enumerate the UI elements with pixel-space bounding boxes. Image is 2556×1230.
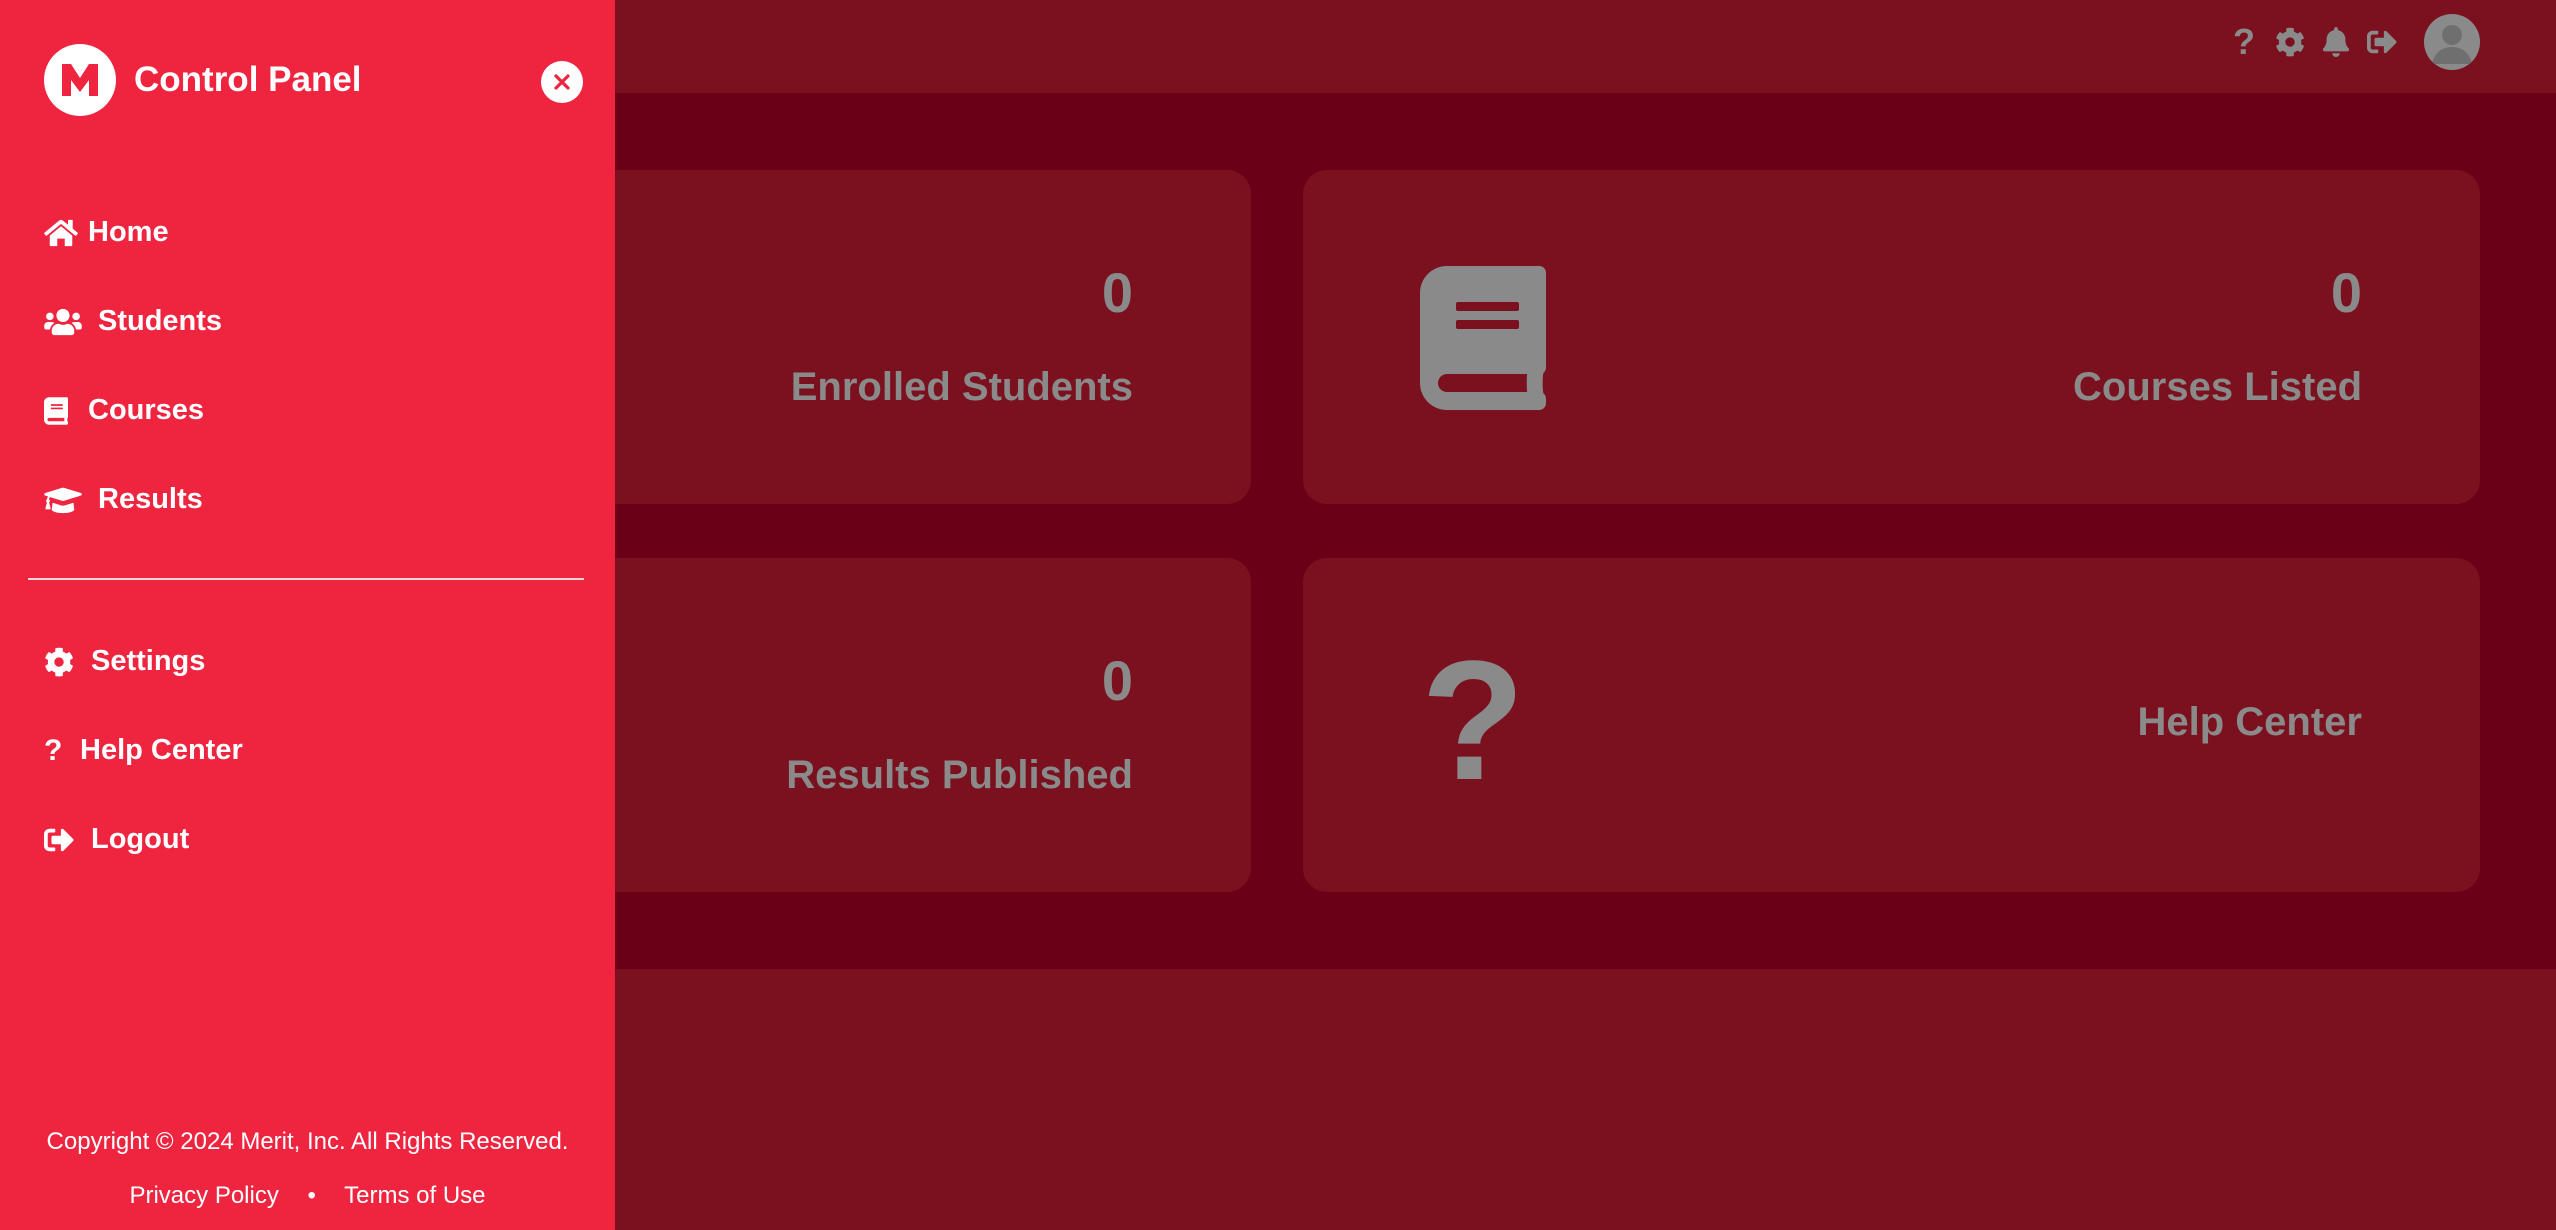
sidebar-item-label: Settings — [91, 645, 206, 677]
close-icon — [554, 74, 570, 90]
close-sidebar-button[interactable] — [541, 61, 583, 103]
question-icon: ? — [1421, 626, 1525, 816]
merit-logo-icon — [44, 44, 116, 116]
stat-card-courses-listed[interactable]: 0 Courses Listed — [1303, 170, 2480, 504]
copyright-text: Copyright © 2024 Merit, Inc. All Rights … — [46, 1128, 569, 1155]
sidebar-item-logout[interactable]: Logout — [44, 795, 584, 884]
stat-value: 0 — [1101, 261, 1133, 324]
sidebar-item-students[interactable]: Students — [44, 277, 584, 366]
brand[interactable]: Control Panel — [44, 44, 362, 116]
gear-icon — [44, 647, 91, 677]
stat-value: 0 — [1101, 649, 1133, 712]
sidebar-nav-primary: Home Students Courses Results — [44, 188, 584, 544]
privacy-policy-link[interactable]: Privacy Policy — [129, 1182, 278, 1209]
footer-links: Privacy Policy • Terms of Use — [0, 1182, 615, 1210]
sidebar-item-settings[interactable]: Settings — [44, 617, 584, 706]
sidebar-item-label: Courses — [88, 394, 205, 426]
sidebar-item-home[interactable]: Home — [44, 188, 584, 277]
sidebar-item-help-center[interactable]: ? Help Center — [44, 706, 584, 795]
sidebar-item-results[interactable]: Results — [44, 455, 584, 544]
sidebar-item-label: Logout — [91, 823, 190, 855]
question-icon: ? — [44, 733, 63, 767]
graduation-cap-icon — [44, 485, 98, 515]
sidebar-item-label: Help Center — [80, 734, 243, 766]
sidebar: Control Panel Home Students Courses Resu… — [0, 0, 615, 1230]
terms-of-use-link[interactable]: Terms of Use — [344, 1182, 485, 1209]
sidebar-item-label: Results — [98, 483, 203, 515]
stat-card-enrolled-students[interactable]: 0 Enrolled Students — [520, 170, 1251, 504]
sidebar-item-label: Home — [88, 216, 169, 248]
home-icon — [44, 218, 88, 248]
sidebar-item-label: Students — [98, 305, 223, 337]
book-icon — [44, 396, 88, 425]
stat-label: Enrolled Students — [790, 365, 1133, 409]
logout-icon[interactable] — [2362, 22, 2402, 62]
sidebar-nav-secondary: Settings ? Help Center Logout — [44, 617, 584, 884]
help-center-label: Help Center — [2137, 700, 2363, 744]
stat-label: Courses Listed — [2073, 365, 2362, 409]
brand-title: Control Panel — [134, 60, 362, 99]
stat-card-results-published[interactable]: 0 Results Published — [520, 558, 1251, 892]
stat-value: 0 — [2330, 261, 2362, 324]
sidebar-divider — [28, 578, 584, 580]
help-icon[interactable]: ? — [2224, 21, 2264, 62]
help-center-card[interactable]: ? Help Center — [1303, 558, 2480, 892]
avatar[interactable] — [2424, 14, 2480, 70]
bell-icon[interactable] — [2316, 22, 2356, 62]
logout-icon — [44, 825, 91, 855]
stat-label: Results Published — [786, 753, 1133, 797]
users-icon — [44, 307, 98, 337]
sidebar-item-courses[interactable]: Courses — [44, 366, 584, 455]
topbar-icons: ? — [2218, 14, 2480, 70]
book-icon — [1420, 266, 1546, 415]
footer-separator: • — [307, 1182, 316, 1209]
gear-icon[interactable] — [2270, 22, 2310, 62]
